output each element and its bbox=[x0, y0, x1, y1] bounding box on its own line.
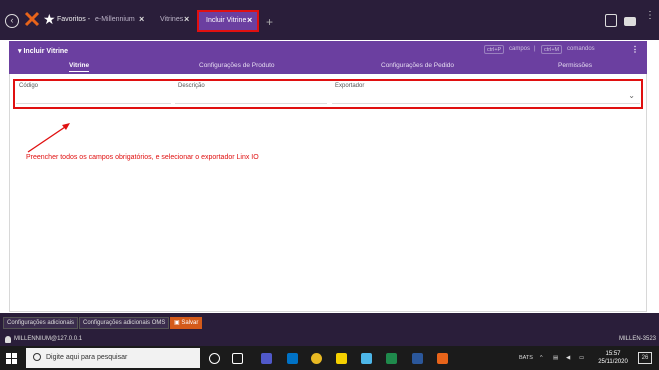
additional-settings-button[interactable]: Configurações adicionais bbox=[3, 317, 79, 329]
sticky-notes-icon[interactable] bbox=[336, 353, 347, 364]
close-icon[interactable]: × bbox=[247, 15, 252, 25]
subtab-permissoes[interactable]: Permissões bbox=[558, 62, 592, 69]
shortcut-separator: | bbox=[534, 46, 536, 52]
network-icon[interactable]: ▤ bbox=[553, 355, 558, 361]
tab-incluir-vitrine[interactable]: Incluir Vitrine × bbox=[197, 10, 259, 32]
annotation-note: Preencher todos os campos obrigatórios, … bbox=[26, 154, 259, 161]
excel-icon[interactable] bbox=[386, 353, 397, 364]
close-icon[interactable]: × bbox=[184, 14, 189, 24]
cortana-icon[interactable] bbox=[209, 353, 220, 364]
status-user: MILLENNIUM@127.0.0.1 bbox=[14, 336, 83, 342]
taskbar-search-input[interactable]: Digite aqui para pesquisar bbox=[26, 348, 200, 368]
word-icon[interactable] bbox=[412, 353, 423, 364]
descricao-label: Descrição bbox=[178, 83, 205, 89]
favorites-star-icon[interactable]: ★ bbox=[43, 12, 56, 26]
subtab-configuracoes-produto[interactable]: Configurações de Produto bbox=[199, 62, 275, 69]
descricao-field[interactable]: Descrição bbox=[175, 82, 327, 104]
back-icon[interactable]: ‹ bbox=[5, 14, 19, 28]
tab-vitrines[interactable]: Vitrines bbox=[160, 16, 183, 23]
action-bar: Configurações adicionais Configurações a… bbox=[0, 313, 659, 333]
shortcut-campos-key: ctrl+P bbox=[484, 45, 505, 54]
chrome-icon[interactable] bbox=[311, 353, 322, 364]
favorites-menu[interactable]: Favoritos - bbox=[57, 16, 90, 23]
search-placeholder: Digite aqui para pesquisar bbox=[46, 354, 128, 361]
task-view-icon[interactable] bbox=[232, 353, 243, 364]
notifications-icon[interactable]: 26 bbox=[638, 352, 652, 364]
search-icon bbox=[33, 353, 41, 361]
chevron-down-icon[interactable]: ⌄ bbox=[628, 91, 635, 100]
app-topbar: ‹ ★ Favoritos - e-Millennium × Vitrines … bbox=[0, 0, 659, 40]
shortcut-campos-label[interactable]: campos bbox=[509, 46, 530, 52]
annotation-arrow-icon bbox=[27, 123, 70, 153]
tray-label[interactable]: BATS bbox=[519, 355, 533, 361]
codigo-field[interactable]: Código bbox=[16, 82, 171, 104]
millennium-logo-icon[interactable] bbox=[24, 11, 40, 27]
required-fields-highlight: Código Descrição Exportador ⌄ bbox=[13, 79, 643, 109]
codigo-label: Código bbox=[19, 83, 39, 89]
remote-desktop-icon[interactable] bbox=[361, 353, 372, 364]
page-title: ▾ Incluir Vitrine bbox=[18, 48, 69, 55]
outlook-icon[interactable] bbox=[287, 353, 298, 364]
panel-header: ▾ Incluir Vitrine ctrl+P campos | ctrl+M… bbox=[9, 41, 647, 74]
form-content bbox=[9, 74, 647, 312]
shortcut-comandos-key: ctrl+M bbox=[541, 45, 563, 54]
status-version: MILLEN-3523 bbox=[619, 336, 657, 342]
shortcut-comandos-label[interactable]: comandos bbox=[567, 46, 595, 52]
add-tab-icon[interactable]: + bbox=[266, 15, 273, 29]
clock-date: 25/11/2020 bbox=[598, 359, 628, 365]
volume-icon[interactable]: ◀ bbox=[566, 355, 570, 361]
more-menu-icon[interactable]: ⋮ bbox=[645, 11, 655, 21]
clock-time: 15:57 bbox=[605, 351, 621, 357]
save-button[interactable]: ▣ Salvar bbox=[170, 317, 203, 329]
windows-start-icon[interactable] bbox=[6, 353, 17, 364]
subtab-configuracoes-pedido[interactable]: Configurações de Pedido bbox=[381, 62, 454, 69]
user-icon bbox=[5, 336, 11, 343]
windows-taskbar: Digite aqui para pesquisar BATS ^ ▤ ◀ ▭ … bbox=[0, 346, 659, 370]
tab-e-millennium[interactable]: e-Millennium bbox=[95, 16, 135, 23]
tray-chevron-icon[interactable]: ^ bbox=[540, 355, 543, 361]
tab-label: Incluir Vitrine bbox=[206, 17, 247, 24]
keyboard-icon[interactable]: ▭ bbox=[579, 355, 584, 361]
exportador-select[interactable]: Exportador ⌄ bbox=[332, 82, 640, 104]
additional-settings-oms-button[interactable]: Configurações adicionais OMS bbox=[79, 317, 170, 329]
taskbar-clock[interactable]: 15:57 25/11/2020 bbox=[596, 350, 630, 366]
chat-icon[interactable] bbox=[624, 17, 636, 26]
status-bar: MILLENNIUM@127.0.0.1 MILLEN-3523 bbox=[0, 333, 659, 346]
exportador-label: Exportador bbox=[335, 83, 365, 89]
panel-more-icon[interactable]: ⋮ bbox=[631, 45, 639, 54]
close-icon[interactable]: × bbox=[139, 14, 144, 24]
teams-icon[interactable] bbox=[261, 353, 272, 364]
millennium-taskbar-icon[interactable] bbox=[437, 353, 448, 364]
clipboard-icon[interactable] bbox=[605, 14, 617, 27]
subtab-vitrine[interactable]: Vitrine bbox=[69, 62, 90, 72]
